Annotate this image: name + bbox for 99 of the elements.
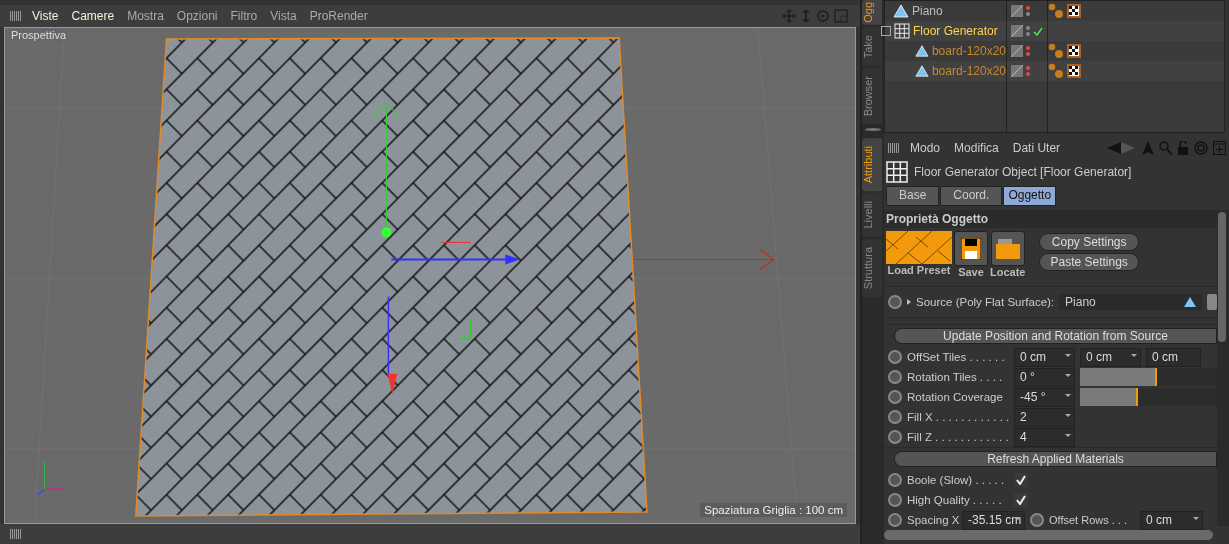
number-field[interactable]: 4 bbox=[1014, 427, 1075, 447]
view-label: Prospettiva bbox=[9, 29, 69, 41]
visibility-dots-icon[interactable] bbox=[1026, 26, 1030, 36]
visibility-dots-icon[interactable] bbox=[1026, 6, 1030, 16]
side-tab[interactable]: Struttura bbox=[862, 238, 882, 297]
layer-icon[interactable] bbox=[1011, 45, 1023, 57]
side-tab[interactable]: Ogg bbox=[862, 0, 882, 25]
menu-item[interactable]: Modifica bbox=[954, 141, 999, 155]
param-label: Offset Rows . . . bbox=[1049, 514, 1129, 526]
side-tab[interactable]: Take bbox=[862, 26, 882, 67]
grid-spacing-label: Spaziatura Griglia : 100 cm bbox=[700, 503, 847, 517]
animate-radio-icon[interactable] bbox=[888, 410, 902, 424]
checker-texture-icon[interactable] bbox=[1067, 4, 1081, 18]
object-name[interactable]: board-120x20 bbox=[931, 64, 1006, 78]
number-field[interactable]: 0 cm bbox=[1140, 510, 1203, 530]
back-arrow-icon[interactable] bbox=[1107, 142, 1137, 154]
link-value: Piano bbox=[1065, 295, 1096, 309]
axis-triad-icon bbox=[36, 461, 66, 496]
param-label: Fill X . . . . . . . . . . . . bbox=[907, 411, 1009, 423]
triangle-mesh-icon bbox=[893, 4, 909, 18]
layer-icon[interactable] bbox=[1011, 65, 1023, 77]
animate-radio-icon[interactable] bbox=[888, 473, 902, 487]
settings-button[interactable]: Paste Settings bbox=[1039, 253, 1139, 271]
param-label: OffSet Tiles . . . . . . bbox=[907, 351, 1006, 363]
tab[interactable]: Oggetto bbox=[1003, 186, 1057, 206]
menu-item[interactable]: Mostra bbox=[127, 9, 164, 23]
param-label: Boole (Slow) . . . . . bbox=[907, 474, 1006, 486]
number-field[interactable]: 0 cm bbox=[1146, 347, 1201, 367]
checkbox[interactable] bbox=[1014, 473, 1028, 487]
param-label: Rotation Tiles . . . . bbox=[907, 371, 1004, 383]
check-icon[interactable] bbox=[1033, 26, 1043, 36]
grip-icon[interactable] bbox=[888, 143, 900, 153]
object-title: Floor Generator Object [Floor Generator] bbox=[914, 165, 1132, 179]
animate-radio-icon[interactable] bbox=[888, 350, 902, 364]
grid-object-icon bbox=[894, 23, 910, 39]
preset-button-label[interactable]: Locate bbox=[990, 266, 1026, 278]
menu-item[interactable]: ProRender bbox=[309, 9, 368, 23]
action-button[interactable]: Update Position and Rotation from Source bbox=[894, 328, 1217, 344]
section-header: Proprietà Oggetto bbox=[884, 210, 1217, 228]
object-name[interactable]: Floor Generator bbox=[913, 24, 998, 38]
grid-object-icon bbox=[886, 161, 908, 183]
checkbox[interactable] bbox=[1014, 493, 1028, 507]
tab[interactable]: Base bbox=[886, 186, 940, 206]
menu-item[interactable]: Filtro bbox=[230, 9, 258, 23]
link-field[interactable]: Piano bbox=[1059, 294, 1202, 310]
expand-triangle-icon[interactable] bbox=[907, 299, 911, 305]
number-field[interactable]: 2 bbox=[1014, 407, 1075, 427]
menu-item[interactable]: Modo bbox=[910, 141, 941, 155]
object-name[interactable]: board-120x20 bbox=[931, 44, 1006, 58]
grip-icon[interactable] bbox=[10, 529, 22, 539]
param-label: Fill Z . . . . . . . . . . . . bbox=[907, 431, 1009, 443]
triangle-mesh-icon bbox=[915, 44, 929, 58]
animate-radio-icon[interactable] bbox=[888, 430, 902, 444]
number-field[interactable]: 0 cm bbox=[1080, 347, 1141, 367]
preset-button-label[interactable]: Save bbox=[958, 266, 984, 278]
triangle-mesh-icon bbox=[1184, 297, 1196, 307]
side-tab[interactable]: Livelli bbox=[862, 193, 882, 237]
visibility-dots-icon[interactable] bbox=[1026, 46, 1030, 56]
horizontal-scrollbar[interactable] bbox=[884, 530, 1213, 540]
animate-radio-icon[interactable] bbox=[888, 390, 902, 404]
animate-radio-icon[interactable] bbox=[888, 513, 902, 527]
vertical-scrollbar[interactable] bbox=[1217, 210, 1229, 526]
layer-icon[interactable] bbox=[1011, 5, 1023, 17]
checker-texture-icon[interactable] bbox=[1067, 64, 1081, 78]
spheres-tag-icon[interactable] bbox=[1048, 3, 1064, 19]
slider-track[interactable] bbox=[1080, 388, 1217, 406]
scroll-toggle-icon[interactable] bbox=[865, 128, 881, 131]
param-label: Source (Poly Flat Surface): bbox=[916, 296, 1055, 308]
menu-item[interactable]: Viste bbox=[32, 9, 59, 23]
layer-icon[interactable] bbox=[1011, 25, 1023, 37]
grip-icon[interactable] bbox=[10, 11, 22, 21]
side-tab[interactable]: Browser bbox=[862, 68, 882, 125]
animate-radio-icon[interactable] bbox=[888, 295, 902, 309]
menu-item[interactable]: Dati Uter bbox=[1012, 141, 1061, 155]
settings-button[interactable]: Copy Settings bbox=[1039, 233, 1139, 251]
param-label: High Quality . . . . . bbox=[907, 494, 1003, 506]
animate-radio-icon[interactable] bbox=[888, 370, 902, 384]
folder-icon[interactable] bbox=[990, 231, 1025, 266]
animate-radio-icon[interactable] bbox=[888, 493, 902, 507]
menu-item[interactable]: Vista bbox=[270, 9, 297, 23]
param-label: Spacing X bbox=[907, 514, 957, 526]
checker-texture-icon[interactable] bbox=[1067, 44, 1081, 58]
number-field[interactable]: 0 ° bbox=[1014, 367, 1075, 387]
tab[interactable]: Coord. bbox=[940, 186, 1003, 206]
slider-track[interactable] bbox=[1080, 368, 1217, 386]
action-button[interactable]: Refresh Applied Materials bbox=[894, 451, 1217, 467]
triangle-mesh-icon bbox=[915, 64, 929, 78]
object-name[interactable]: Piano bbox=[912, 4, 943, 18]
menu-item[interactable]: Opzioni bbox=[176, 9, 218, 23]
param-label: Rotation Coverage bbox=[907, 391, 1004, 403]
spheres-tag-icon[interactable] bbox=[1048, 43, 1064, 59]
number-field[interactable]: 0 cm bbox=[1014, 347, 1075, 367]
collapse-icon[interactable] bbox=[881, 26, 891, 36]
visibility-dots-icon[interactable] bbox=[1026, 66, 1030, 76]
number-field[interactable]: -45 ° bbox=[1014, 387, 1075, 407]
menu-item[interactable]: Camere bbox=[71, 9, 115, 23]
animate-radio-icon[interactable] bbox=[1030, 513, 1044, 527]
side-tab[interactable]: Attributi bbox=[862, 138, 882, 192]
preset-button-label[interactable]: Load Preset bbox=[887, 264, 951, 276]
